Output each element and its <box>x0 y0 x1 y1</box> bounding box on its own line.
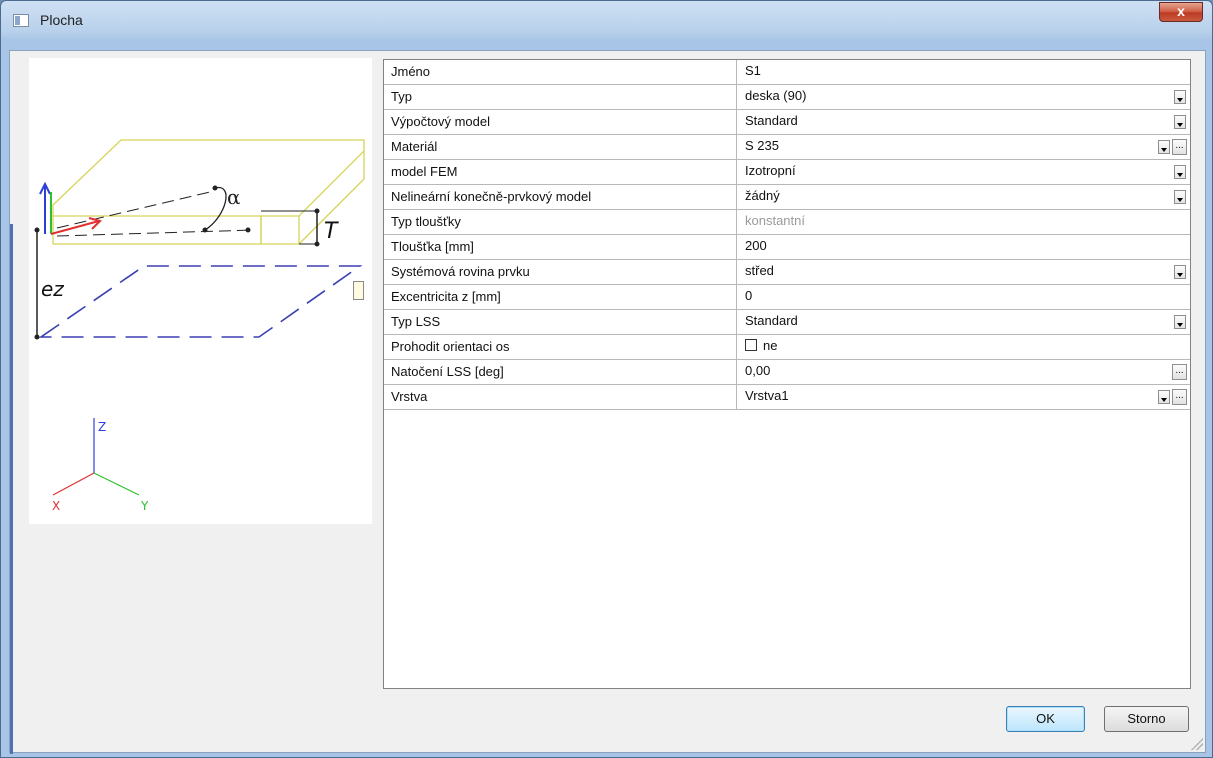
window-icon <box>13 14 29 27</box>
property-value[interactable]: Standard <box>745 313 798 328</box>
ellipsis-button[interactable]: ... <box>1172 364 1187 380</box>
property-name: Excentricita z [mm] <box>391 289 501 304</box>
alpha-arc <box>204 187 227 231</box>
axis-point <box>245 227 251 233</box>
property-value[interactable]: Vrstva1 <box>745 388 789 403</box>
alpha-point <box>202 227 208 233</box>
dropdown-arrow-icon[interactable] <box>1158 140 1170 154</box>
property-value[interactable]: deska (90) <box>745 88 806 103</box>
dropdown-arrow-icon[interactable] <box>1174 90 1186 104</box>
property-name: Tloušťka [mm] <box>391 239 474 254</box>
left-edge-strip <box>10 224 13 754</box>
close-button[interactable]: x <box>1159 2 1203 22</box>
property-value[interactable]: 200 <box>745 238 767 253</box>
property-value[interactable]: S1 <box>745 63 761 78</box>
property-value-checkbox[interactable]: ne <box>745 338 777 353</box>
dim-point <box>34 227 40 233</box>
slab-preview-panel: α T ez Z X Y <box>29 58 372 524</box>
alpha-label: α <box>227 185 241 209</box>
dropdown-arrow-icon[interactable] <box>1174 115 1186 129</box>
dim-point <box>34 334 40 340</box>
dropdown-arrow-icon[interactable] <box>1158 390 1170 404</box>
property-value[interactable]: S 235 <box>745 138 779 153</box>
property-value[interactable]: 0 <box>745 288 752 303</box>
property-value[interactable]: střed <box>745 263 774 278</box>
ellipsis-button[interactable]: ... <box>1172 139 1187 155</box>
slab-diagram: α T ez Z X Y <box>34 139 365 513</box>
property-row-jmeno[interactable]: Jméno S1 <box>384 60 1190 85</box>
resize-grip[interactable] <box>1191 738 1203 750</box>
property-row-prohodit-orientaci[interactable]: Prohodit orientaci os ne <box>384 335 1190 360</box>
property-name: Výpočtový model <box>391 114 490 129</box>
property-row-nelinearni-model[interactable]: Nelineární konečně-prvkový model žádný <box>384 185 1190 210</box>
eccentricity-label: ez <box>41 277 64 301</box>
property-name: model FEM <box>391 164 458 179</box>
cancel-button[interactable]: Storno <box>1104 706 1189 732</box>
property-value[interactable]: Standard <box>745 113 798 128</box>
property-name: Typ <box>391 89 412 104</box>
property-name: Jméno <box>391 64 431 79</box>
property-name: Vrstva <box>391 389 428 404</box>
property-name: Typ tloušťky <box>391 214 461 229</box>
property-row-model-fem[interactable]: model FEM Izotropní <box>384 160 1190 185</box>
system-plane <box>38 265 363 338</box>
element-axis-line <box>56 229 255 237</box>
property-name: Typ LSS <box>391 314 441 329</box>
dialog-window: Plocha x α T ez Z X Y Jméno S1 Typ deska… <box>0 0 1213 758</box>
global-x-label: X <box>52 499 60 513</box>
dialog-client-area: α T ez Z X Y Jméno S1 Typ deska (90) Výp… <box>9 50 1206 754</box>
property-row-typ-lss[interactable]: Typ LSS Standard <box>384 310 1190 335</box>
property-row-typ-tloustky: Typ tloušťky konstantní <box>384 210 1190 235</box>
global-y-axis <box>93 472 140 496</box>
property-name: Prohodit orientaci os <box>391 339 510 354</box>
global-z-label: Z <box>98 420 106 434</box>
property-value[interactable]: 0,00 <box>745 363 770 378</box>
dropdown-arrow-icon[interactable] <box>1174 190 1186 204</box>
title-bar[interactable]: Plocha x <box>1 1 1212 41</box>
property-value: konstantní <box>745 213 805 228</box>
property-name: Nelineární konečně-prvkový model <box>391 189 592 204</box>
alpha-point <box>212 185 218 191</box>
checkbox-label: ne <box>763 338 778 353</box>
property-name: Materiál <box>391 139 438 154</box>
property-value[interactable]: Izotropní <box>745 163 796 178</box>
dim-point <box>314 241 320 247</box>
property-row-vrstva[interactable]: Vrstva Vrstva1 ... <box>384 385 1190 410</box>
property-row-systemova-rovina[interactable]: Systémová rovina prvku střed <box>384 260 1190 285</box>
property-value[interactable]: žádný <box>745 188 780 203</box>
dropdown-arrow-icon[interactable] <box>1174 165 1186 179</box>
global-x-axis <box>52 472 95 496</box>
dim-point <box>314 208 320 214</box>
ok-button[interactable]: OK <box>1006 706 1085 732</box>
checkbox[interactable] <box>745 339 757 351</box>
property-row-material[interactable]: Materiál S 235 ... <box>384 135 1190 160</box>
lss-direction-line <box>56 190 215 229</box>
dropdown-arrow-icon[interactable] <box>1174 265 1186 279</box>
dropdown-arrow-icon[interactable] <box>1174 315 1186 329</box>
property-grid[interactable]: Jméno S1 Typ deska (90) Výpočtový model … <box>383 59 1191 689</box>
global-y-label: Y <box>140 499 149 513</box>
property-name: Natočení LSS [deg] <box>391 364 504 379</box>
property-row-excentricita[interactable]: Excentricita z [mm] 0 <box>384 285 1190 310</box>
ellipsis-button[interactable]: ... <box>1172 389 1187 405</box>
window-title: Plocha <box>40 12 83 28</box>
property-name: Systémová rovina prvku <box>391 264 530 279</box>
property-row-vypoctovy-model[interactable]: Výpočtový model Standard <box>384 110 1190 135</box>
property-row-natoceni-lss[interactable]: Natočení LSS [deg] 0,00 ... <box>384 360 1190 385</box>
property-row-typ[interactable]: Typ deska (90) <box>384 85 1190 110</box>
thickness-label: T <box>324 219 339 244</box>
property-row-tloustka[interactable]: Tloušťka [mm] 200 <box>384 235 1190 260</box>
scroll-indicator <box>353 281 364 300</box>
